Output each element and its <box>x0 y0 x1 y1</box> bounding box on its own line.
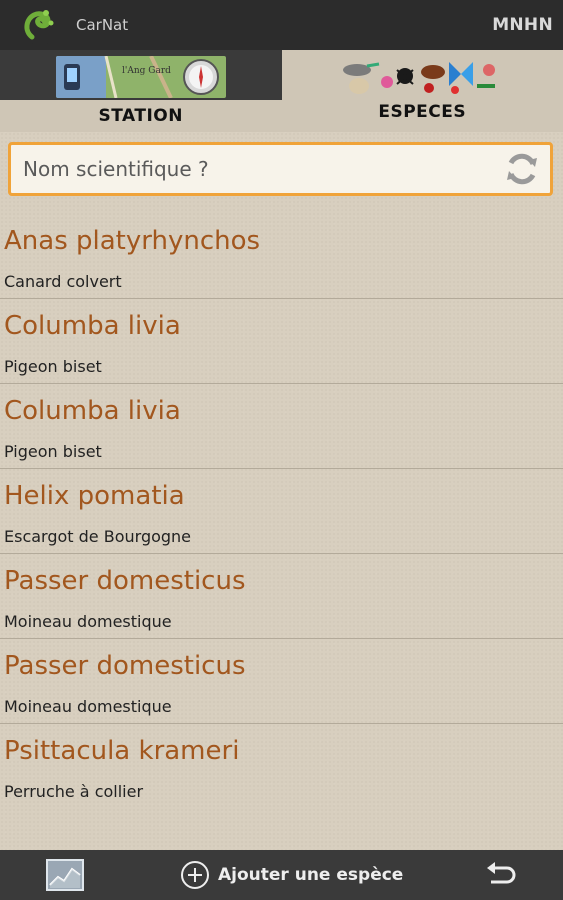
search-box <box>8 142 553 196</box>
scientific-name: Columba livia <box>4 311 181 341</box>
tab-station-label: STATION <box>0 100 282 132</box>
tab-bar: l'Ang Gard STATION ESPECES <box>0 50 563 132</box>
list-item[interactable]: Anas platyrhynchos Canard colvert <box>0 214 563 299</box>
list-item[interactable]: Columba livia Pigeon biset <box>0 384 563 469</box>
refresh-icon <box>507 153 537 185</box>
add-species-button[interactable]: Ajouter une espèce <box>180 860 403 890</box>
common-name: Moineau domestique <box>4 697 172 716</box>
species-list: Anas platyrhynchos Canard colvert Columb… <box>0 214 563 809</box>
common-name: Escargot de Bourgogne <box>4 527 192 546</box>
scientific-name: Columba livia <box>4 396 181 426</box>
app-title: CarNat <box>76 16 129 34</box>
common-name: Moineau domestique <box>4 612 172 631</box>
common-name: Pigeon biset <box>4 357 102 376</box>
tab-station[interactable]: l'Ang Gard STATION <box>0 50 282 132</box>
tab-especes-label: ESPECES <box>378 102 467 122</box>
scientific-name: Passer domesticus <box>4 566 246 596</box>
scientific-name: Psittacula krameri <box>4 736 240 766</box>
list-item[interactable]: Passer domesticus Moineau domestique <box>0 554 563 639</box>
chart-icon[interactable] <box>46 859 84 891</box>
station-map-icon: l'Ang Gard <box>55 56 226 98</box>
bottom-action-bar: Ajouter une espèce <box>0 850 563 900</box>
scientific-name: Anas platyrhynchos <box>4 226 261 256</box>
add-circle-icon <box>181 861 209 889</box>
list-item[interactable]: Psittacula krameri Perruche à collier <box>0 724 563 809</box>
common-name: Perruche à collier <box>4 782 144 801</box>
common-name: Pigeon biset <box>4 442 102 461</box>
refresh-button[interactable] <box>500 147 544 191</box>
scientific-name: Helix pomatia <box>4 481 185 511</box>
add-species-label: Ajouter une espèce <box>218 865 404 885</box>
list-item[interactable]: Columba livia Pigeon biset <box>0 299 563 384</box>
common-name: Canard colvert <box>4 272 122 291</box>
scientific-name: Passer domesticus <box>4 651 246 681</box>
action-bar: CarNat MNHN <box>0 0 563 50</box>
mnhn-action[interactable]: MNHN <box>492 15 553 35</box>
tab-especes[interactable]: ESPECES <box>281 50 563 132</box>
list-item[interactable]: Passer domesticus Moineau domestique <box>0 639 563 724</box>
undo-icon[interactable] <box>483 858 517 892</box>
scientific-name-search-input[interactable] <box>11 145 500 193</box>
app-logo-icon[interactable] <box>18 3 62 47</box>
list-item[interactable]: Helix pomatia Escargot de Bourgogne <box>0 469 563 554</box>
species-collage-icon <box>343 62 496 94</box>
svg-text:l'Ang Gard: l'Ang Gard <box>122 66 171 76</box>
